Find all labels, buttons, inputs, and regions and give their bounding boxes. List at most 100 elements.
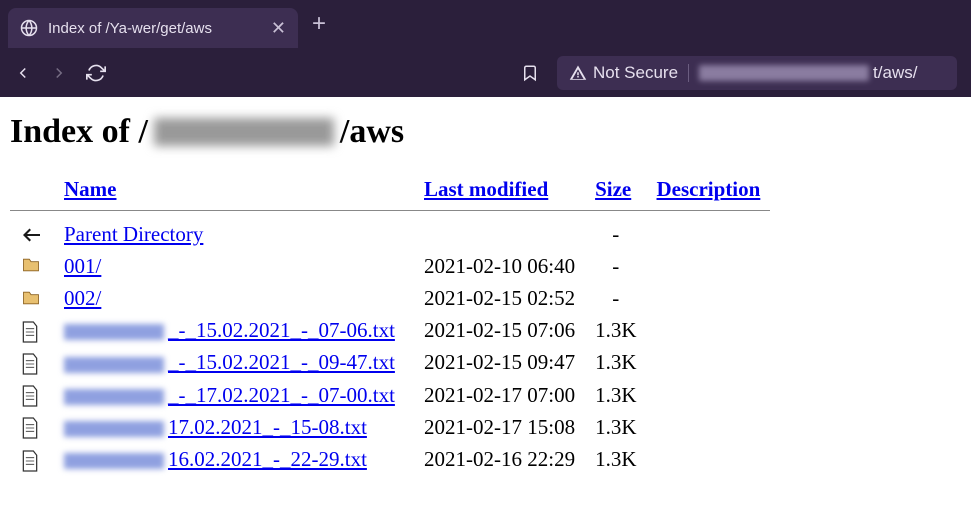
row-desc-cell: [647, 443, 771, 475]
row-size-cell: 1.3K: [585, 315, 646, 347]
row-date-cell: 2021-02-15 02:52: [414, 282, 585, 314]
row-name-cell: _-_17.02.2021_-_07-00.txt: [54, 379, 414, 411]
table-row: Parent Directory -: [10, 211, 770, 251]
row-icon-cell: [10, 250, 54, 282]
file-icon: [20, 416, 44, 440]
url-divider: [688, 64, 689, 82]
row-date-cell: 2021-02-17 15:08: [414, 411, 585, 443]
file-icon: [20, 384, 44, 408]
table-row: _-_17.02.2021_-_07-00.txt 2021-02-17 07:…: [10, 379, 770, 411]
row-desc-cell: [647, 211, 771, 251]
page-title: Index of / /aws: [10, 113, 961, 151]
bookmark-button[interactable]: [521, 63, 539, 83]
back-button[interactable]: [14, 64, 32, 82]
header-row: Name Last modified Size Description: [10, 173, 770, 211]
not-secure-label: Not Secure: [593, 63, 678, 83]
row-name-cell: 16.02.2021_-_22-29.txt: [54, 443, 414, 475]
parent-directory-link[interactable]: Parent Directory: [64, 222, 203, 246]
url-suffix: t/aws/: [873, 63, 917, 83]
row-size-cell: 1.3K: [585, 347, 646, 379]
row-desc-cell: [647, 411, 771, 443]
page-content: Index of / /aws Name Last modified Size …: [0, 97, 971, 492]
new-tab-button[interactable]: +: [312, 10, 326, 38]
row-name-cell: 002/: [54, 282, 414, 314]
file-name-suffix: _-_15.02.2021_-_09-47.txt: [168, 350, 395, 374]
forward-button[interactable]: [50, 64, 68, 82]
folder-icon: [20, 288, 44, 312]
heading-prefix: Index of /: [10, 113, 148, 151]
close-tab-icon[interactable]: ✕: [271, 18, 286, 39]
row-date-cell: 2021-02-16 22:29: [414, 443, 585, 475]
redacted-url: [699, 65, 869, 81]
row-size-cell: 1.3K: [585, 443, 646, 475]
row-size-cell: -: [585, 211, 646, 251]
row-icon-cell: [10, 347, 54, 379]
row-date-cell: 2021-02-15 09:47: [414, 347, 585, 379]
redacted-filename: [64, 324, 164, 340]
sort-name-link[interactable]: Name: [64, 177, 116, 201]
header-name: Name: [54, 173, 414, 211]
row-icon-cell: [10, 315, 54, 347]
row-size-cell: -: [585, 282, 646, 314]
row-icon-cell: [10, 379, 54, 411]
row-desc-cell: [647, 250, 771, 282]
file-link[interactable]: _-_15.02.2021_-_07-06.txt: [64, 318, 395, 342]
url-text: t/aws/: [699, 63, 917, 83]
row-icon-cell: [10, 282, 54, 314]
row-name-cell: 001/: [54, 250, 414, 282]
url-bar[interactable]: Not Secure t/aws/: [557, 56, 957, 90]
file-link[interactable]: _-_15.02.2021_-_09-47.txt: [64, 350, 395, 374]
security-warning: Not Secure: [569, 63, 678, 83]
tab-bar: Index of /Ya-wer/get/aws ✕ +: [0, 0, 971, 48]
table-row: _-_15.02.2021_-_07-06.txt 2021-02-15 07:…: [10, 315, 770, 347]
table-row: 17.02.2021_-_15-08.txt 2021-02-17 15:08 …: [10, 411, 770, 443]
sort-modified-link[interactable]: Last modified: [424, 177, 548, 201]
header-description: Description: [647, 173, 771, 211]
file-name-suffix: _-_15.02.2021_-_07-06.txt: [168, 318, 395, 342]
folder-icon: [20, 255, 44, 279]
heading-suffix: /aws: [340, 113, 404, 151]
row-name-cell: _-_15.02.2021_-_07-06.txt: [54, 315, 414, 347]
browser-toolbar: Not Secure t/aws/: [0, 48, 971, 97]
file-icon: [20, 352, 44, 376]
file-icon: [20, 449, 44, 473]
row-size-cell: 1.3K: [585, 379, 646, 411]
row-size-cell: -: [585, 250, 646, 282]
file-link[interactable]: _-_17.02.2021_-_07-00.txt: [64, 383, 395, 407]
directory-link[interactable]: 002/: [64, 286, 101, 310]
row-icon-cell: [10, 411, 54, 443]
file-name-suffix: 17.02.2021_-_15-08.txt: [168, 415, 367, 439]
row-name-cell: Parent Directory: [54, 211, 414, 251]
file-link[interactable]: 17.02.2021_-_15-08.txt: [64, 415, 367, 439]
redacted-filename: [64, 357, 164, 373]
redacted-filename: [64, 421, 164, 437]
header-modified: Last modified: [414, 173, 585, 211]
row-desc-cell: [647, 315, 771, 347]
file-name-suffix: _-_17.02.2021_-_07-00.txt: [168, 383, 395, 407]
browser-tab[interactable]: Index of /Ya-wer/get/aws ✕: [8, 8, 298, 48]
row-date-cell: 2021-02-15 07:06: [414, 315, 585, 347]
sort-description-link[interactable]: Description: [657, 177, 761, 201]
row-desc-cell: [647, 379, 771, 411]
table-row: 001/ 2021-02-10 06:40 -: [10, 250, 770, 282]
file-link[interactable]: 16.02.2021_-_22-29.txt: [64, 447, 367, 471]
directory-link[interactable]: 001/: [64, 254, 101, 278]
row-size-cell: 1.3K: [585, 411, 646, 443]
globe-icon: [20, 19, 38, 37]
sort-size-link[interactable]: Size: [595, 177, 631, 201]
row-desc-cell: [647, 347, 771, 379]
file-name-suffix: 16.02.2021_-_22-29.txt: [168, 447, 367, 471]
row-date-cell: 2021-02-10 06:40: [414, 250, 585, 282]
reload-button[interactable]: [86, 63, 106, 83]
tab-title: Index of /Ya-wer/get/aws: [48, 20, 261, 37]
back-arrow-icon: [20, 223, 44, 247]
row-desc-cell: [647, 282, 771, 314]
table-row: 002/ 2021-02-15 02:52 -: [10, 282, 770, 314]
row-icon-cell: [10, 443, 54, 475]
row-date-cell: [414, 211, 585, 251]
row-date-cell: 2021-02-17 07:00: [414, 379, 585, 411]
row-name-cell: 17.02.2021_-_15-08.txt: [54, 411, 414, 443]
redacted-filename: [64, 453, 164, 469]
directory-listing: Name Last modified Size Description Pare…: [10, 173, 770, 476]
redacted-filename: [64, 389, 164, 405]
